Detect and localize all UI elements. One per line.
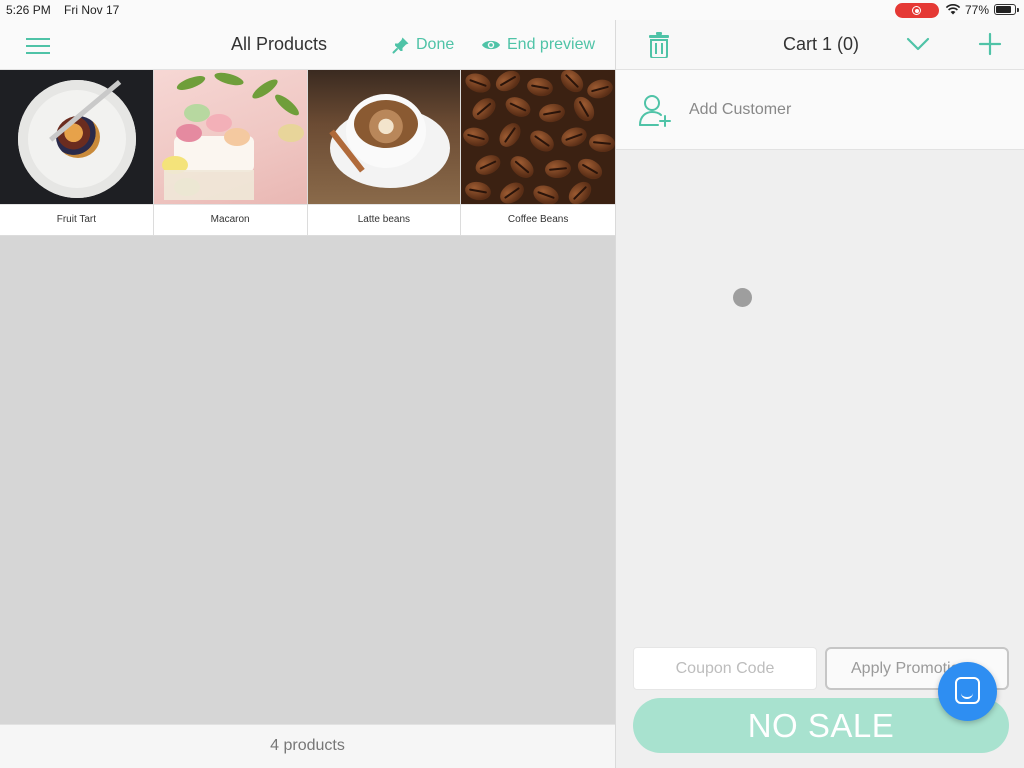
- product-card-macaron[interactable]: Macaron: [153, 70, 308, 236]
- add-person-icon: [639, 95, 671, 127]
- battery-percent: 77%: [965, 3, 990, 17]
- product-card-coffee-beans[interactable]: Coffee Beans: [461, 70, 615, 236]
- add-customer-label: Add Customer: [689, 101, 792, 118]
- product-name: Latte beans: [307, 204, 461, 235]
- battery-icon: [994, 4, 1019, 15]
- chevron-down-icon[interactable]: [906, 36, 930, 52]
- hamburger-icon[interactable]: [26, 37, 50, 55]
- product-card-fruit-tart[interactable]: Fruit Tart: [0, 70, 154, 236]
- product-image-coffee-beans: [461, 70, 615, 204]
- product-grid: Fruit Tart Macaron Latte beans Coffee Be…: [0, 70, 615, 236]
- eye-icon: [482, 40, 500, 50]
- screen-record-icon: [895, 3, 939, 18]
- done-label: Done: [416, 36, 455, 53]
- cart-items-area: [616, 151, 1024, 631]
- product-image-macaron: [153, 70, 307, 204]
- end-preview-button[interactable]: End preview: [481, 34, 595, 56]
- pin-icon: [392, 37, 409, 54]
- done-button[interactable]: Done: [392, 34, 454, 56]
- product-panel: All Products Done End preview Fruit Tart…: [0, 20, 615, 768]
- product-grid-empty-area: [0, 236, 615, 724]
- status-date: Fri Nov 17: [64, 3, 120, 17]
- products-toolbar: All Products Done End preview: [0, 20, 615, 70]
- coupon-code-input[interactable]: [633, 647, 817, 690]
- status-bar: 5:26 PM Fri Nov 17 77%: [0, 0, 1024, 20]
- add-customer-row[interactable]: Add Customer: [616, 70, 1024, 150]
- wifi-icon: [945, 4, 961, 15]
- page-title: All Products: [230, 34, 328, 54]
- product-name: Fruit Tart: [0, 204, 153, 235]
- chat-bubble-icon: [955, 677, 980, 704]
- status-time: 5:26 PM: [6, 3, 51, 17]
- product-count-footer: 4 products: [0, 724, 615, 768]
- cart-title[interactable]: Cart 1 (0): [756, 34, 886, 55]
- plus-icon[interactable]: [978, 32, 1002, 56]
- product-image-latte-beans: [307, 70, 461, 204]
- trash-icon[interactable]: [648, 32, 670, 58]
- chat-support-button[interactable]: [938, 662, 997, 721]
- end-preview-label: End preview: [507, 36, 596, 53]
- cart-header: Cart 1 (0): [616, 20, 1024, 70]
- touch-indicator: [733, 288, 752, 307]
- product-image-fruit-tart: [0, 70, 153, 204]
- product-card-latte-beans[interactable]: Latte beans: [307, 70, 462, 236]
- product-name: Macaron: [153, 204, 307, 235]
- cart-panel: Cart 1 (0) Add Customer Apply Promotion …: [615, 20, 1024, 768]
- product-name: Coffee Beans: [461, 204, 615, 235]
